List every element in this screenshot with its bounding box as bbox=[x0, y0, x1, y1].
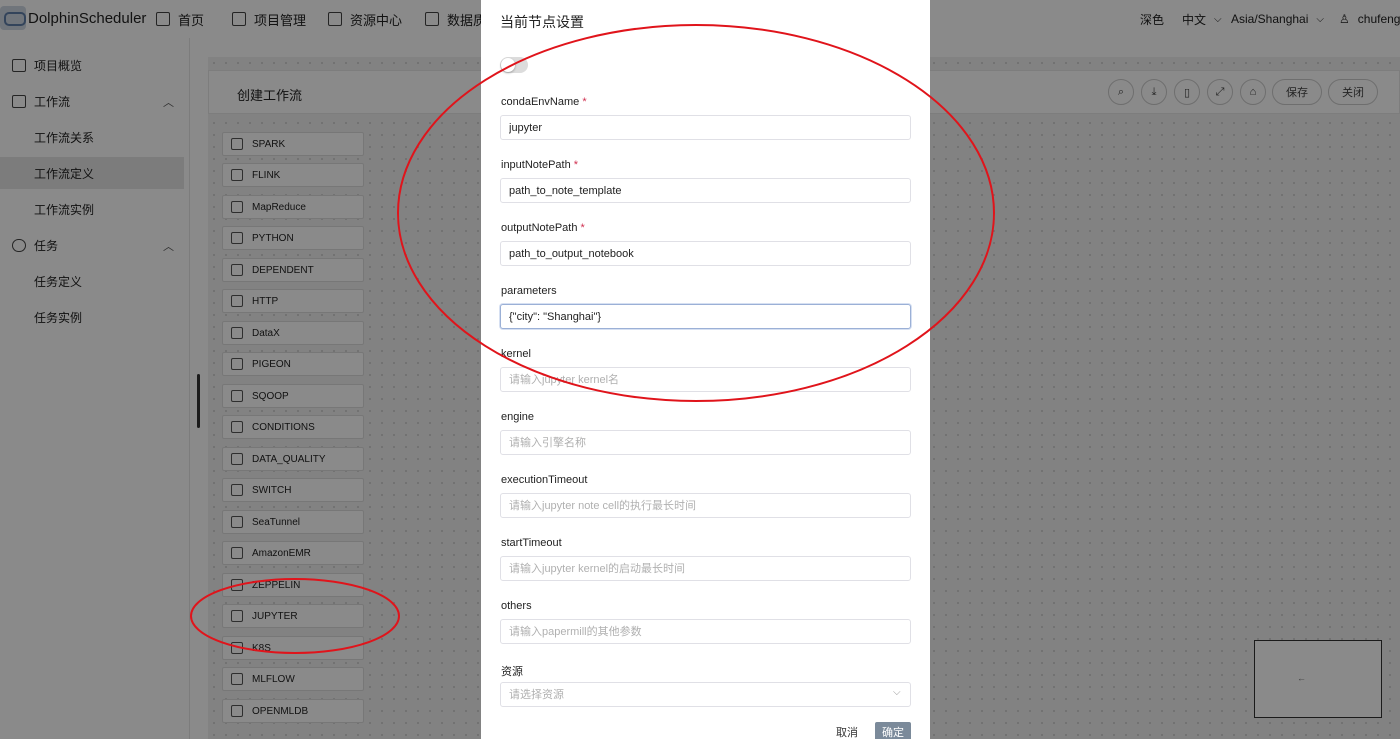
field-label-text: outputNotePath bbox=[501, 222, 578, 234]
starttimeout-input[interactable] bbox=[500, 556, 911, 581]
others-label: others bbox=[501, 600, 532, 612]
resource-select[interactable] bbox=[500, 682, 911, 707]
parameters-input[interactable] bbox=[500, 304, 911, 329]
field-label-text: condaEnvName bbox=[501, 96, 580, 108]
drawer-title: 当前节点设置 bbox=[500, 14, 584, 30]
required-mark: * bbox=[582, 96, 587, 108]
starttimeout-label: startTimeout bbox=[501, 537, 562, 549]
executiontimeout-label: executionTimeout bbox=[501, 474, 588, 486]
condaenvname-input[interactable] bbox=[500, 115, 911, 140]
chevron-down-icon: ⌵ bbox=[893, 687, 901, 698]
kernel-input[interactable] bbox=[500, 367, 911, 392]
kernel-label: kernel bbox=[501, 348, 531, 360]
field-label-text: inputNotePath bbox=[501, 159, 571, 171]
engine-label: engine bbox=[501, 411, 535, 423]
inputnotepath-input[interactable] bbox=[500, 178, 911, 203]
confirm-button[interactable]: 确定 bbox=[875, 722, 911, 739]
engine-input[interactable] bbox=[500, 430, 911, 455]
others-input[interactable] bbox=[500, 619, 911, 644]
outputnotepath-label: outputNotePath * bbox=[501, 222, 585, 234]
inputnotepath-label: inputNotePath * bbox=[501, 159, 578, 171]
outputnotepath-input[interactable] bbox=[500, 241, 911, 266]
condaenvname-label: condaEnvName * bbox=[501, 96, 587, 108]
required-mark: * bbox=[580, 222, 585, 234]
required-mark: * bbox=[573, 159, 579, 171]
run-flag-switch[interactable] bbox=[500, 57, 528, 73]
resource-label: 资源 bbox=[501, 666, 523, 678]
cancel-button[interactable]: 取消 bbox=[828, 722, 866, 739]
executiontimeout-input[interactable] bbox=[500, 493, 911, 518]
parameters-label: parameters bbox=[501, 285, 557, 297]
